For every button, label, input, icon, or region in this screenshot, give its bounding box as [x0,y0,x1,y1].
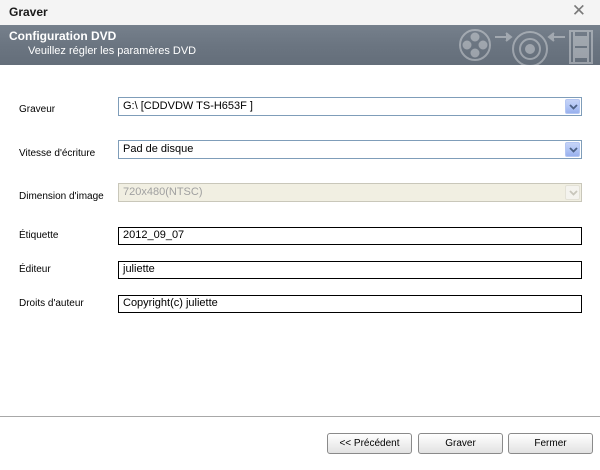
header-art [459,29,593,65]
title-bar: Graver ✕ [0,0,600,25]
dvd-disc-icon [512,31,548,65]
wizard-header: Configuration DVD Veuillez régler les pa… [0,25,600,65]
etiquette-label: Étiquette [19,230,59,241]
film-strip-icon [569,30,593,64]
dimension-select: 720x480(NTSC) [118,183,582,202]
burn-button[interactable]: Graver [418,433,503,454]
header-subtitle: Veuillez régler les paramères DVD [28,45,197,57]
dimension-label: Dimension d'image [19,191,104,202]
arrow-right-icon [495,32,513,42]
header-title: Configuration DVD [9,29,117,43]
editeur-input[interactable]: juliette [118,261,582,279]
window-title: Graver [9,5,48,19]
editeur-label: Éditeur [19,264,51,275]
dimension-value: 720x480(NTSC) [123,186,203,198]
graveur-select[interactable]: G:\ [CDDVDW TS-H653F ] [118,97,582,116]
graveur-value: G:\ [CDDVDW TS-H653F ] [123,100,253,112]
graveur-label: Graveur [19,104,56,115]
chevron-down-icon[interactable] [565,99,580,114]
vitesse-label: Vitesse d'écriture [19,148,96,159]
previous-button[interactable]: << Précédent [327,433,412,454]
droits-input[interactable]: Copyright(c) juliette [118,295,582,313]
close-icon[interactable]: ✕ [572,1,586,21]
droits-label: Droits d'auteur [19,298,84,309]
vitesse-value: Pad de disque [123,143,194,155]
chevron-down-icon[interactable] [565,142,580,157]
etiquette-input[interactable]: 2012_09_07 [118,227,582,245]
arrow-left-icon [547,32,565,42]
film-reel-icon [459,29,491,61]
footer-divider-highlight [0,417,600,418]
close-button[interactable]: Fermer [508,433,593,454]
chevron-down-icon [565,185,580,200]
vitesse-select[interactable]: Pad de disque [118,140,582,159]
